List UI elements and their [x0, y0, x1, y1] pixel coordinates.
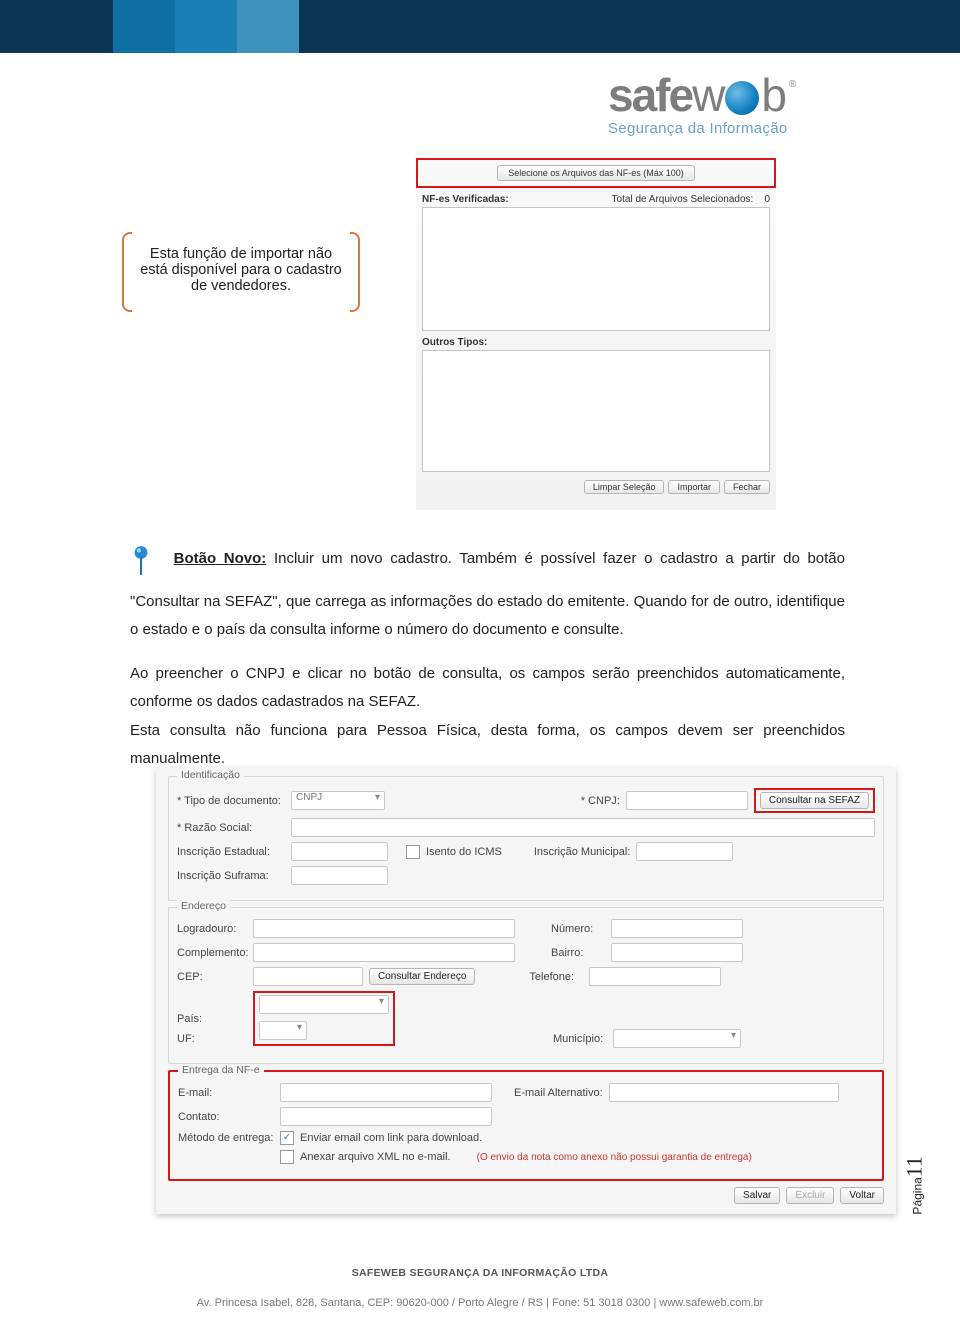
label-pais: País: — [177, 1013, 247, 1025]
header-accent — [113, 0, 175, 53]
brand-tagline: Segurança da Informação — [608, 120, 878, 137]
label-insc-suframa: Inscrição Suframa: — [177, 870, 285, 882]
input-cnpj[interactable] — [626, 791, 748, 810]
callout-note: Esta função de importar não está disponí… — [128, 232, 354, 308]
verified-label: NF-es Verificadas: — [422, 194, 509, 205]
clear-selection-button[interactable]: Limpar Seleção — [584, 480, 665, 494]
consultar-sefaz-button[interactable]: Consultar na SEFAZ — [760, 792, 869, 809]
input-logradouro[interactable] — [253, 919, 515, 938]
label-logradouro: Logradouro: — [177, 923, 247, 935]
input-email[interactable] — [280, 1083, 492, 1102]
input-razao-social[interactable] — [291, 818, 875, 837]
footer-company: SAFEWEB SEGURANÇA DA INFORMAÇÃO LTDA — [0, 1267, 960, 1279]
header-accent — [237, 0, 299, 53]
salvar-button[interactable]: Salvar — [734, 1187, 780, 1204]
label-tipo-documento: * Tipo de documento: — [177, 795, 285, 807]
import-dialog: Selecione os Arquivos das NF-es (Máx 100… — [416, 150, 776, 510]
registration-form: Identificação * Tipo de documento: CNPJ … — [156, 768, 896, 1214]
body-paragraphs: Botão Novo: Incluir um novo cadastro. Ta… — [130, 530, 845, 774]
input-insc-suframa[interactable] — [291, 866, 388, 885]
label-telefone: Telefone: — [529, 971, 583, 983]
input-email-alt[interactable] — [609, 1083, 839, 1102]
close-button[interactable]: Fechar — [724, 480, 770, 494]
input-cep[interactable] — [253, 967, 363, 986]
label-bairro: Bairro: — [551, 947, 605, 959]
label-opt-anexar-xml: Anexar arquivo XML no e-mail. — [300, 1151, 451, 1163]
pushpin-icon — [130, 545, 152, 588]
input-insc-municipal[interactable] — [636, 842, 733, 861]
fieldset-endereco: Endereço Logradouro: Número: Complemento… — [168, 907, 884, 1064]
label-municipio: Município: — [553, 1033, 607, 1045]
header-accent — [175, 0, 237, 53]
label-email: E-mail: — [178, 1087, 274, 1099]
delivery-warning: (O envio da nota como anexo não possui g… — [477, 1152, 752, 1163]
fieldset-identificacao: Identificação * Tipo de documento: CNPJ … — [168, 776, 884, 901]
label-isento-icms: Isento do ICMS — [426, 846, 502, 858]
excluir-button[interactable]: Excluir — [786, 1187, 834, 1204]
label-insc-municipal: Inscrição Municipal: — [534, 846, 631, 858]
total-value: 0 — [764, 194, 770, 205]
footer-address: Av. Princesa Isabel, 828, Santana, CEP: … — [0, 1297, 960, 1309]
input-numero[interactable] — [611, 919, 743, 938]
globe-icon — [725, 81, 759, 115]
header-bar — [0, 0, 960, 53]
page-footer: SAFEWEB SEGURANÇA DA INFORMAÇÃO LTDA Av.… — [0, 1267, 960, 1309]
label-cep: CEP: — [177, 971, 247, 983]
paragraph-2: Ao preencher o CNPJ e clicar no botão de… — [130, 660, 845, 717]
checkbox-anexar-xml[interactable] — [280, 1150, 294, 1164]
label-cnpj: * CNPJ: — [581, 795, 620, 807]
legend-endereco: Endereço — [177, 900, 230, 912]
highlight-box: Consultar na SEFAZ — [754, 788, 875, 813]
label-uf: UF: — [177, 1033, 247, 1045]
import-button[interactable]: Importar — [668, 480, 720, 494]
label-email-alt: E-mail Alternativo: — [514, 1087, 603, 1099]
consultar-endereco-button[interactable]: Consultar Endereço — [369, 968, 475, 985]
select-files-button[interactable]: Selecione os Arquivos das NF-es (Máx 100… — [497, 165, 695, 181]
select-uf[interactable] — [259, 1021, 307, 1040]
logo-text-1: safe — [608, 69, 692, 121]
voltar-button[interactable]: Voltar — [840, 1187, 884, 1204]
label-complemento: Complemento: — [177, 947, 247, 959]
paragraph-3: Esta consulta não funciona para Pessoa F… — [130, 717, 845, 774]
page-number: Página11 — [902, 1156, 928, 1215]
verified-list[interactable] — [422, 207, 770, 331]
logo-text-2: w — [692, 69, 723, 121]
label-metodo-entrega: Método de entrega: — [178, 1132, 274, 1144]
legend-ident: Identificação — [177, 769, 244, 781]
legend-entrega: Entrega da NF-e — [178, 1064, 264, 1076]
input-complemento[interactable] — [253, 943, 515, 962]
input-bairro[interactable] — [611, 943, 743, 962]
registered-mark: ® — [789, 79, 794, 90]
other-types-label: Outros Tipos: — [416, 331, 776, 350]
select-municipio[interactable] — [613, 1029, 741, 1048]
label-insc-estadual: Inscrição Estadual: — [177, 846, 285, 858]
lead-label: Botão Novo: — [174, 550, 267, 567]
checkbox-enviar-link[interactable]: ✓ — [280, 1131, 294, 1145]
input-insc-estadual[interactable] — [291, 842, 388, 861]
input-contato[interactable] — [280, 1107, 492, 1126]
input-telefone[interactable] — [589, 967, 721, 986]
highlight-box — [253, 991, 395, 1046]
select-pais[interactable] — [259, 995, 389, 1014]
checkbox-isento-icms[interactable] — [406, 845, 420, 859]
highlight-box: Selecione os Arquivos das NF-es (Máx 100… — [416, 158, 776, 188]
label-opt-enviar-link: Enviar email com link para download. — [300, 1132, 482, 1144]
select-tipo-documento[interactable]: CNPJ — [291, 791, 385, 810]
brand-logo: safewb ® Segurança da Informação — [608, 72, 878, 137]
page-number-value: 11 — [902, 1156, 927, 1177]
fieldset-entrega: Entrega da NF-e E-mail: E-mail Alternati… — [168, 1070, 884, 1181]
page-number-label: Página — [911, 1177, 925, 1214]
label-contato: Contato: — [178, 1111, 274, 1123]
logo-text-3: b — [761, 69, 785, 121]
total-label: Total de Arquivos Selecionados: — [612, 194, 754, 205]
label-numero: Número: — [551, 923, 605, 935]
other-list[interactable] — [422, 350, 770, 472]
label-razao-social: * Razão Social: — [177, 822, 285, 834]
